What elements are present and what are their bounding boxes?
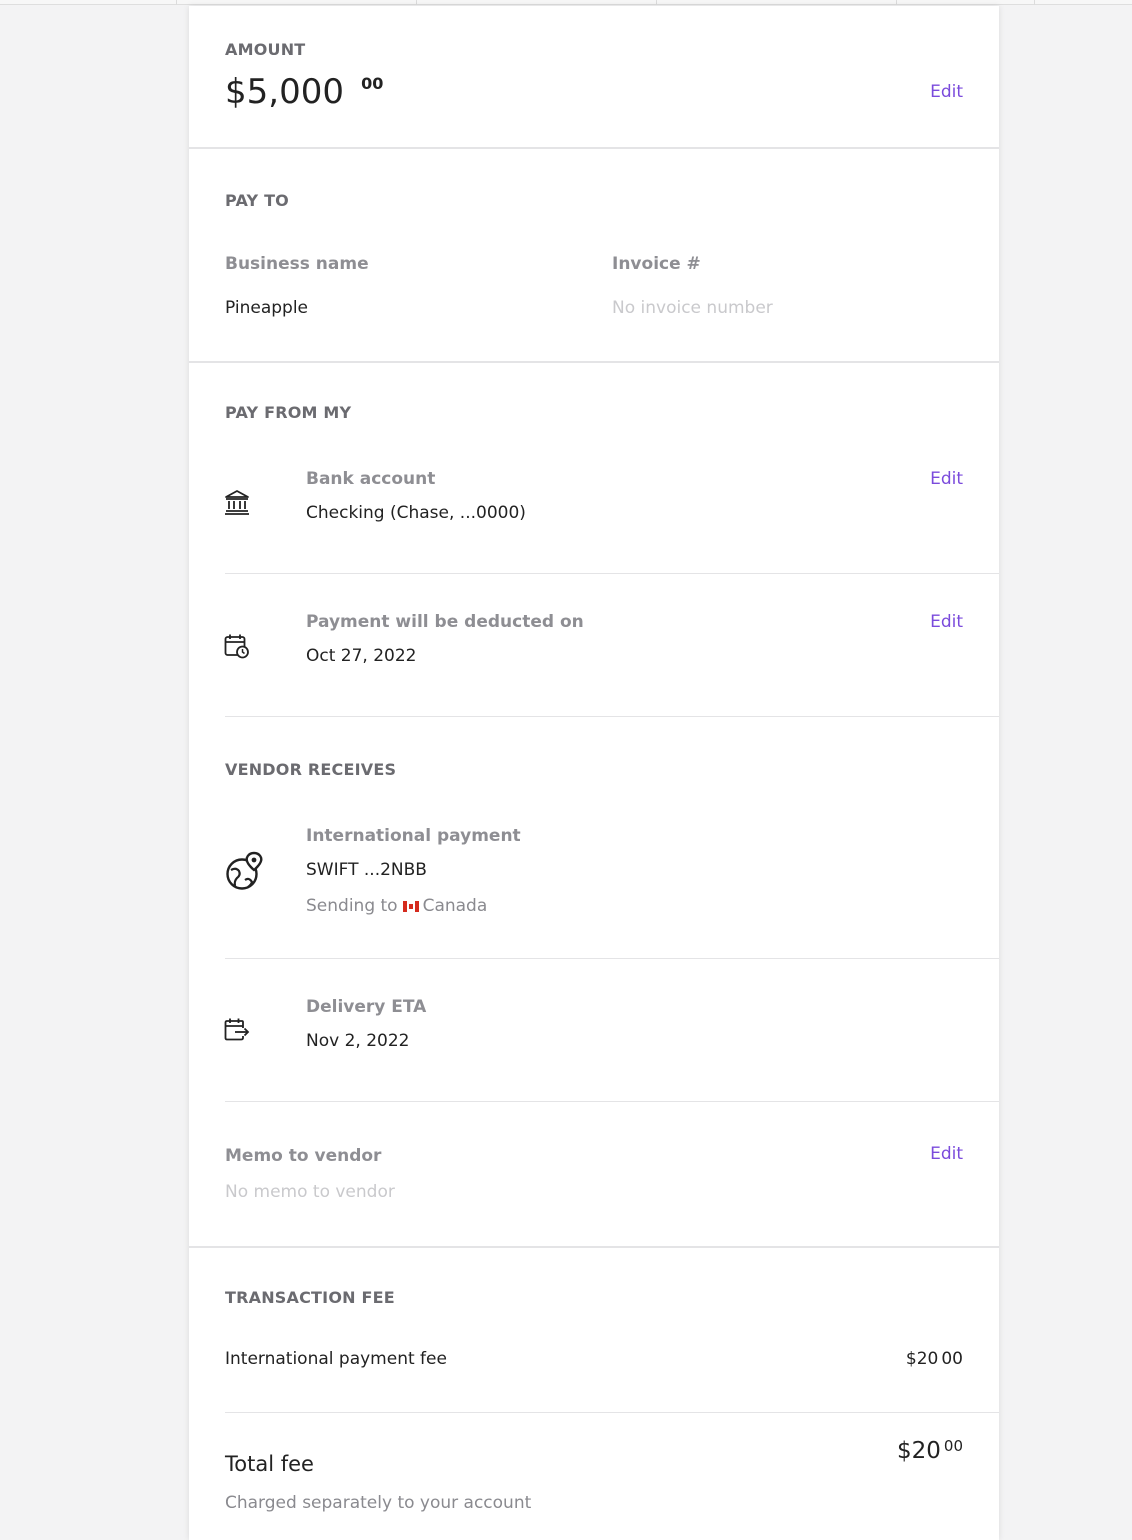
fee-section-title: TRANSACTION FEE xyxy=(225,1288,395,1307)
edit-amount-button[interactable]: Edit xyxy=(930,82,963,102)
top-border xyxy=(0,0,1132,5)
column-divider xyxy=(1034,0,1035,5)
invoice-number-label: Invoice # xyxy=(612,254,701,274)
delivery-eta-label: Delivery ETA xyxy=(306,997,427,1017)
payment-method-label: International payment xyxy=(306,826,521,846)
deduction-date-value: Oct 27, 2022 xyxy=(306,646,417,666)
section-divider xyxy=(189,361,999,363)
amount-display: $5,000 00 xyxy=(225,72,383,112)
amount-value: $5,000 xyxy=(225,72,344,112)
fee-item-label: International payment fee xyxy=(225,1349,447,1369)
fee-item-amount: $20 00 xyxy=(906,1349,963,1369)
bank-account-label: Bank account xyxy=(306,469,436,489)
pay-to-section-title: PAY TO xyxy=(225,191,289,210)
payment-method-value: SWIFT ...2NBB xyxy=(306,860,427,880)
canada-flag-icon xyxy=(402,901,419,912)
invoice-number-placeholder: No invoice number xyxy=(612,298,773,318)
deduction-date-label: Payment will be deducted on xyxy=(306,612,584,632)
fee-charge-note: Charged separately to your account xyxy=(225,1493,532,1513)
edit-deduction-date-button[interactable]: Edit xyxy=(930,612,963,632)
vendor-section-title: VENDOR RECEIVES xyxy=(225,760,397,779)
column-divider xyxy=(176,0,177,5)
amount-section-title: AMOUNT xyxy=(225,40,306,59)
memo-label: Memo to vendor xyxy=(225,1146,382,1166)
total-fee-label: Total fee xyxy=(225,1452,314,1476)
edit-bank-account-button[interactable]: Edit xyxy=(930,469,963,489)
total-fee-amount: $20 00 xyxy=(897,1437,963,1464)
memo-placeholder: No memo to vendor xyxy=(225,1182,395,1202)
destination-country: Sending to Canada xyxy=(306,896,487,916)
pay-from-section-title: PAY FROM MY xyxy=(225,403,352,422)
row-divider xyxy=(225,1101,999,1102)
row-divider xyxy=(225,573,999,574)
sending-to-label: Sending to xyxy=(306,896,398,916)
column-divider xyxy=(896,0,897,5)
fee-item-value: $20 xyxy=(905,1349,939,1369)
business-name-value: Pineapple xyxy=(225,298,309,318)
column-divider xyxy=(416,0,417,5)
row-divider xyxy=(225,1412,999,1413)
payment-review-card: AMOUNT $5,000 00 Edit PAY TO Business na… xyxy=(189,6,999,1540)
row-divider xyxy=(225,716,999,717)
calendar-arrow-icon xyxy=(224,1018,250,1041)
delivery-eta-value: Nov 2, 2022 xyxy=(306,1031,410,1051)
country-name: Canada xyxy=(422,896,488,916)
fee-item-cents: 00 xyxy=(941,1349,963,1369)
bank-icon xyxy=(225,490,249,515)
total-fee-value: $20 xyxy=(897,1438,941,1464)
edit-memo-button[interactable]: Edit xyxy=(930,1144,963,1164)
column-divider xyxy=(656,0,657,5)
business-name-label: Business name xyxy=(225,254,369,274)
row-divider xyxy=(225,958,999,959)
section-divider xyxy=(189,1246,999,1248)
globe-pin-icon xyxy=(226,851,263,890)
calendar-clock-icon xyxy=(224,634,249,659)
amount-cents: 00 xyxy=(361,74,384,93)
bank-account-value: Checking (Chase, ...0000) xyxy=(306,503,526,523)
total-fee-cents: 00 xyxy=(943,1437,963,1455)
section-divider xyxy=(189,147,999,149)
